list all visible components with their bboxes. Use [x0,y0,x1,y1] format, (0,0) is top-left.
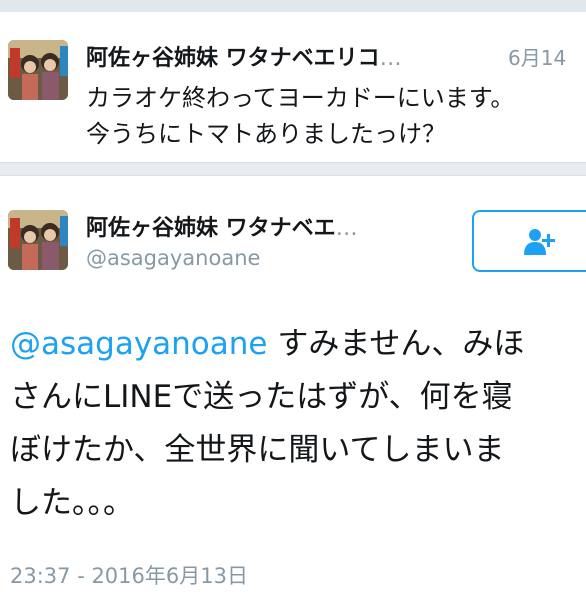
tweet-body-line: @asagayanoane すみません、みほ [10,318,580,371]
context-tweet[interactable]: 阿佐ヶ谷姉妹 ワタナベエリコ… 6月14 カラオケ終わってヨーカドーにいます。 … [0,12,586,162]
tweet-text: カラオケ終わってヨーカドーにいます。 今うちにトマトありましたっけ？ [86,80,514,152]
user-handle[interactable]: @asagayanoane [86,246,260,270]
tweet-body-line: さんにLINEで送ったはずが、何を寝 [10,379,513,415]
profile-photo-icon [8,40,68,100]
name-ellipsis: … [335,216,358,241]
avatar[interactable] [8,210,68,270]
conversation-separator [0,162,586,176]
tweet-body-text: すみません、みほ [267,326,525,362]
tweet-date[interactable]: 6月14 [508,42,566,71]
follow-button[interactable] [472,210,586,272]
name-ellipsis: … [379,46,402,71]
tweet-text-line: 今うちにトマトありましたっけ？ [86,120,446,148]
tweet-timestamp[interactable]: 23:37 - 2016年6月13日 [10,560,248,590]
profile-photo-icon [8,210,68,270]
tweet-text-line: カラオケ終わってヨーカドーにいます。 [86,84,515,112]
tweet-body-line: した。。。 [10,485,134,521]
tweet-body-line: ぼけたか、全世界に聞いてしまいま [10,432,505,468]
add-user-icon [524,229,555,255]
tweet-body: @asagayanoane すみません、みほ さんにLINEで送ったはずが、何を… [10,318,580,530]
display-name[interactable]: 阿佐ヶ谷姉妹 ワタナベエリコ… [86,40,402,72]
display-name[interactable]: 阿佐ヶ谷姉妹 ワタナベエ… [86,210,358,242]
mention-link[interactable]: @asagayanoane [10,326,268,362]
display-name-text: 阿佐ヶ谷姉妹 ワタナベエリコ [86,46,380,71]
top-strip [0,0,586,12]
avatar[interactable] [8,40,68,100]
display-name-text: 阿佐ヶ谷姉妹 ワタナベエ [86,216,336,241]
